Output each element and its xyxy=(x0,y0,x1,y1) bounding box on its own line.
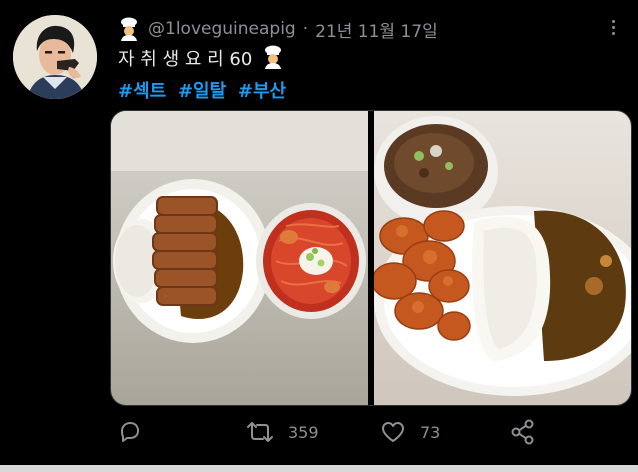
tweet-date[interactable]: 21년 11월 17일 xyxy=(315,17,438,42)
retweet-button[interactable]: 359 xyxy=(246,417,319,447)
chef-emoji-icon xyxy=(265,45,282,69)
tweet-text-content: 자 취 생 요 리 60 xyxy=(118,49,253,70)
chef-emoji-icon xyxy=(121,17,137,41)
retweet-count: 359 xyxy=(288,422,319,442)
share-icon xyxy=(511,419,534,445)
avatar-illustration xyxy=(13,15,97,99)
reply-button[interactable] xyxy=(118,417,156,447)
hashtag-link[interactable]: #부산 xyxy=(238,81,286,102)
separator-dot: · xyxy=(302,19,309,39)
hashtag-link[interactable]: #일탈 xyxy=(178,81,226,102)
tweet: @1loveguineapig · 21년 11월 17일 자 취 생 요 리 … xyxy=(0,0,638,472)
reply-icon xyxy=(121,422,139,442)
photo-chicken-curry[interactable] xyxy=(374,111,631,405)
tweet-actions: 359 73 xyxy=(118,417,548,447)
bottom-edge xyxy=(0,465,638,472)
hashtags: #섹트 #일탈 #부산 xyxy=(118,77,292,103)
photo-katsu-curry[interactable] xyxy=(111,111,368,405)
user-handle[interactable]: @1loveguineapig xyxy=(148,19,296,39)
more-icon[interactable] xyxy=(605,16,621,38)
tweet-header: @1loveguineapig · 21년 11월 17일 xyxy=(118,16,438,42)
like-icon xyxy=(382,422,404,442)
tweet-text: 자 취 생 요 리 60 xyxy=(118,45,284,71)
hashtag-link[interactable]: #섹트 xyxy=(118,81,166,102)
share-button[interactable] xyxy=(510,417,550,447)
like-button[interactable]: 73 xyxy=(380,417,440,447)
like-count: 73 xyxy=(420,422,441,442)
retweet-icon xyxy=(247,422,273,442)
avatar[interactable] xyxy=(13,15,97,99)
media-grid xyxy=(110,110,632,406)
